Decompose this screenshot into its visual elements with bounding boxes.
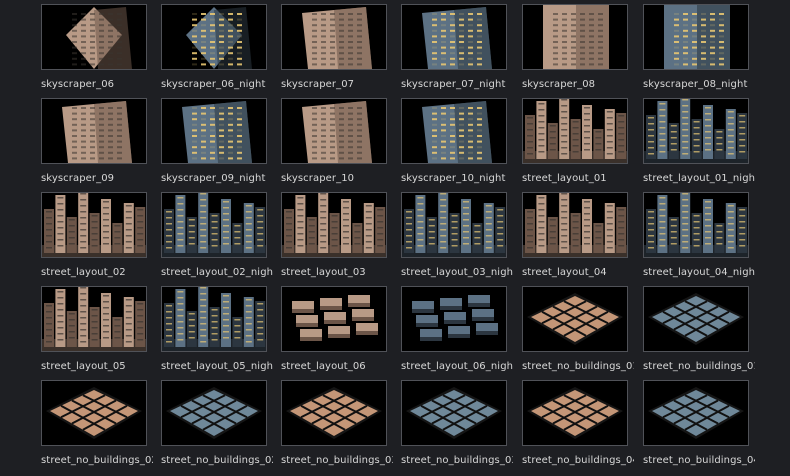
thumbnail-render — [644, 193, 748, 257]
thumbnail-render — [523, 99, 627, 163]
asset-thumbnail[interactable] — [41, 192, 147, 258]
thumbnail-render — [402, 193, 506, 257]
asset-thumbnail[interactable] — [41, 380, 147, 446]
asset-thumbnail[interactable] — [643, 192, 749, 258]
asset-label: skyscraper_10 — [281, 173, 355, 184]
asset-thumbnail[interactable] — [522, 192, 628, 258]
thumbnail-render — [162, 193, 266, 257]
asset-label: street_no_buildings_03 — [281, 455, 393, 466]
asset-thumbnail[interactable] — [41, 98, 147, 164]
asset-label: street_layout_06 — [281, 361, 366, 372]
thumbnail-render — [302, 101, 372, 163]
asset-label: street_layout_06_night — [401, 361, 513, 372]
asset-label: street_no_buildings_04 — [522, 455, 634, 466]
thumbnail-render — [42, 287, 146, 351]
asset-thumbnail[interactable] — [643, 380, 749, 446]
asset-label: skyscraper_09 — [41, 173, 115, 184]
thumbnail-render — [182, 101, 252, 163]
asset-label: street_layout_02 — [41, 267, 126, 278]
thumbnail-render — [42, 193, 146, 257]
asset-thumbnail[interactable] — [281, 286, 387, 352]
asset-label: skyscraper_09_night — [161, 173, 266, 184]
asset-label: street_no_buildings_02 — [161, 455, 273, 466]
asset-label: street_layout_04_night — [643, 267, 755, 278]
thumbnail-render — [166, 387, 262, 439]
thumbnail-render — [422, 7, 492, 69]
asset-label: skyscraper_06_night — [161, 79, 266, 90]
asset-thumbnail[interactable] — [401, 98, 507, 164]
asset-label: skyscraper_06 — [41, 79, 115, 90]
asset-thumbnail[interactable] — [161, 98, 267, 164]
asset-thumbnail[interactable] — [401, 380, 507, 446]
thumbnail-render — [292, 295, 378, 341]
thumbnail-render — [186, 7, 252, 69]
asset-thumbnail[interactable] — [643, 4, 749, 70]
asset-label: street_no_buildings_02 — [41, 455, 153, 466]
thumbnail-render — [46, 387, 142, 439]
asset-label: skyscraper_08_night — [643, 79, 748, 90]
asset-thumbnail[interactable] — [522, 380, 628, 446]
asset-thumbnail[interactable] — [281, 98, 387, 164]
asset-label: street_layout_04 — [522, 267, 607, 278]
asset-thumbnail[interactable] — [643, 286, 749, 352]
asset-thumbnail[interactable] — [281, 380, 387, 446]
asset-thumbnail[interactable] — [161, 192, 267, 258]
asset-label: street_layout_03_night — [401, 267, 513, 278]
asset-thumbnail[interactable] — [522, 286, 628, 352]
asset-label: street_layout_03 — [281, 267, 366, 278]
asset-thumbnail[interactable] — [643, 98, 749, 164]
asset-label: street_layout_05_night — [161, 361, 273, 372]
thumbnail-render — [412, 295, 498, 341]
asset-label: skyscraper_10_night — [401, 173, 506, 184]
asset-label: street_no_buildings_04 — [643, 455, 755, 466]
thumbnail-render — [302, 7, 372, 69]
asset-thumbnail[interactable] — [41, 4, 147, 70]
asset-thumbnail[interactable] — [401, 4, 507, 70]
asset-thumbnail[interactable] — [41, 286, 147, 352]
thumbnail-render — [66, 7, 132, 69]
thumbnail-render — [527, 293, 623, 345]
asset-label: street_no_buildings_03 — [401, 455, 513, 466]
asset-label: street_layout_02_night — [161, 267, 273, 278]
thumbnail-render — [648, 387, 744, 439]
thumbnail-render — [523, 193, 627, 257]
thumbnail-render — [282, 193, 386, 257]
asset-thumbnail[interactable] — [522, 98, 628, 164]
asset-label: street_layout_05 — [41, 361, 126, 372]
thumbnail-render — [648, 293, 744, 345]
asset-thumbnail[interactable] — [161, 4, 267, 70]
thumbnail-render — [543, 5, 609, 69]
thumbnail-render — [422, 101, 492, 163]
asset-label: street_no_buildings_01_ — [643, 361, 755, 372]
thumbnail-render — [406, 387, 502, 439]
asset-label: street_layout_01 — [522, 173, 607, 184]
asset-label: skyscraper_07 — [281, 79, 355, 90]
thumbnail-render — [527, 387, 623, 439]
asset-thumbnail[interactable] — [401, 192, 507, 258]
asset-label: street_layout_01_night — [643, 173, 755, 184]
asset-grid: skyscraper_06 skyscraper_06_night skyscrap… — [0, 0, 790, 476]
thumbnail-render — [644, 99, 748, 163]
asset-thumbnail[interactable] — [161, 380, 267, 446]
asset-label: skyscraper_08 — [522, 79, 596, 90]
thumbnail-render — [286, 387, 382, 439]
thumbnail-render — [162, 287, 266, 351]
asset-thumbnail[interactable] — [281, 4, 387, 70]
asset-label: street_no_buildings_01 — [522, 361, 634, 372]
asset-thumbnail[interactable] — [522, 4, 628, 70]
thumbnail-render — [62, 101, 132, 163]
thumbnail-render — [664, 5, 730, 69]
asset-thumbnail[interactable] — [281, 192, 387, 258]
asset-label: skyscraper_07_night — [401, 79, 506, 90]
asset-thumbnail[interactable] — [401, 286, 507, 352]
asset-thumbnail[interactable] — [161, 286, 267, 352]
